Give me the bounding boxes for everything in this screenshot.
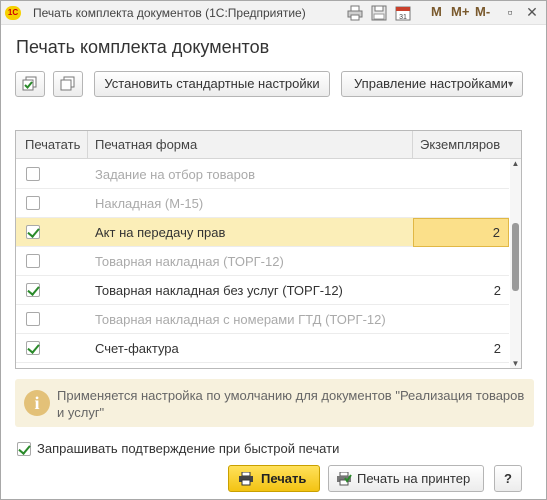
copies-value[interactable] xyxy=(413,189,509,218)
svg-text:31: 31 xyxy=(399,14,407,21)
print-to-printer-label: Печать на принтер xyxy=(357,471,471,486)
table-row-selected[interactable]: Акт на передачу прав 2 xyxy=(16,218,509,247)
info-message: i Применяется настройка по умолчанию для… xyxy=(15,379,534,427)
printer-icon xyxy=(239,472,253,486)
form-name: Счет-фактура xyxy=(95,341,179,356)
scroll-down-icon[interactable]: ▼ xyxy=(511,359,520,368)
print-icon[interactable] xyxy=(347,5,363,21)
copies-value[interactable] xyxy=(413,305,509,334)
vertical-scrollbar[interactable]: ▲ ▼ xyxy=(510,159,521,368)
printer-check-icon xyxy=(337,472,352,486)
memory-button[interactable]: M xyxy=(431,4,442,19)
copies-value[interactable] xyxy=(413,160,509,189)
title-bar: 1С Печать комплекта документов (1С:Предп… xyxy=(1,1,546,25)
page-title: Печать комплекта документов xyxy=(16,37,270,57)
print-forms-table[interactable]: Печатать Печатная форма Экземпляров Зада… xyxy=(15,130,522,369)
help-button[interactable]: ? xyxy=(494,465,522,492)
confirm-quick-print-checkbox[interactable] xyxy=(17,442,31,456)
print-checkbox[interactable] xyxy=(26,167,40,181)
form-name: Накладная (М-15) xyxy=(95,196,204,211)
confirm-quick-print-label[interactable]: Запрашивать подтверждение при быстрой пе… xyxy=(37,441,339,456)
copies-value[interactable] xyxy=(413,247,509,276)
window-title: Печать комплекта документов (1С:Предприя… xyxy=(33,6,306,20)
column-print-form[interactable]: Печатная форма xyxy=(89,131,409,159)
save-icon[interactable] xyxy=(371,5,387,21)
memory-minus-button[interactable]: M- xyxy=(475,4,490,19)
scroll-up-icon[interactable]: ▲ xyxy=(511,159,520,168)
table-row[interactable]: Задание на отбор товаров xyxy=(16,160,509,189)
manage-settings-button[interactable]: Управление настройками ▼ xyxy=(341,71,523,97)
uncheck-all-button[interactable] xyxy=(53,71,83,97)
form-name: Товарная накладная без услуг (ТОРГ-12) xyxy=(95,283,343,298)
set-default-settings-button[interactable]: Установить стандартные настройки xyxy=(94,71,330,97)
column-copies[interactable]: Экземпляров xyxy=(414,131,510,159)
check-all-button[interactable] xyxy=(15,71,45,97)
manage-settings-label: Управление настройками xyxy=(354,76,508,91)
column-divider xyxy=(87,131,88,159)
copies-value[interactable]: 2 xyxy=(413,218,509,247)
table-row[interactable]: Накладная (М-15) xyxy=(16,189,509,218)
memory-plus-button[interactable]: M+ xyxy=(451,4,469,19)
print-button[interactable]: Печать xyxy=(228,465,320,492)
info-text: Применяется настройка по умолчанию для д… xyxy=(57,388,525,420)
chevron-down-icon: ▼ xyxy=(506,79,515,89)
column-print[interactable]: Печатать xyxy=(19,131,87,159)
print-checkbox[interactable] xyxy=(26,254,40,268)
table-header: Печатать Печатная форма Экземпляров xyxy=(16,131,521,159)
table-row[interactable]: Счет-фактура 2 xyxy=(16,334,509,363)
print-checkbox[interactable] xyxy=(26,341,40,355)
column-divider xyxy=(412,131,413,159)
form-name: Акт на передачу прав xyxy=(95,225,226,240)
print-checkbox[interactable] xyxy=(26,196,40,210)
copies-value[interactable]: 2 xyxy=(413,276,509,305)
table-row[interactable]: Товарная накладная (ТОРГ-12) xyxy=(16,247,509,276)
uncheck-all-icon xyxy=(60,76,75,91)
print-checkbox[interactable] xyxy=(26,225,40,239)
check-all-icon xyxy=(22,76,37,91)
table-row[interactable]: Товарная накладная с номерами ГТД (ТОРГ-… xyxy=(16,305,509,334)
form-name: Товарная накладная (ТОРГ-12) xyxy=(95,254,284,269)
calendar-icon[interactable]: 31 xyxy=(395,5,411,21)
print-set-window: 1С Печать комплекта документов (1С:Предп… xyxy=(0,0,547,500)
restore-window-icon[interactable]: ▫ xyxy=(501,3,519,21)
form-name: Товарная накладная с номерами ГТД (ТОРГ-… xyxy=(95,312,386,327)
print-checkbox[interactable] xyxy=(26,312,40,326)
print-button-label: Печать xyxy=(261,471,307,486)
copies-value[interactable]: 2 xyxy=(413,334,509,363)
scrollbar-thumb[interactable] xyxy=(512,223,519,291)
info-icon: i xyxy=(24,390,50,416)
form-name: Задание на отбор товаров xyxy=(95,167,256,182)
print-to-printer-button[interactable]: Печать на принтер xyxy=(328,465,484,492)
app-logo-icon: 1С xyxy=(5,6,21,20)
table-row[interactable]: Товарная накладная без услуг (ТОРГ-12) 2 xyxy=(16,276,509,305)
print-checkbox[interactable] xyxy=(26,283,40,297)
close-icon[interactable]: ✕ xyxy=(523,3,541,21)
